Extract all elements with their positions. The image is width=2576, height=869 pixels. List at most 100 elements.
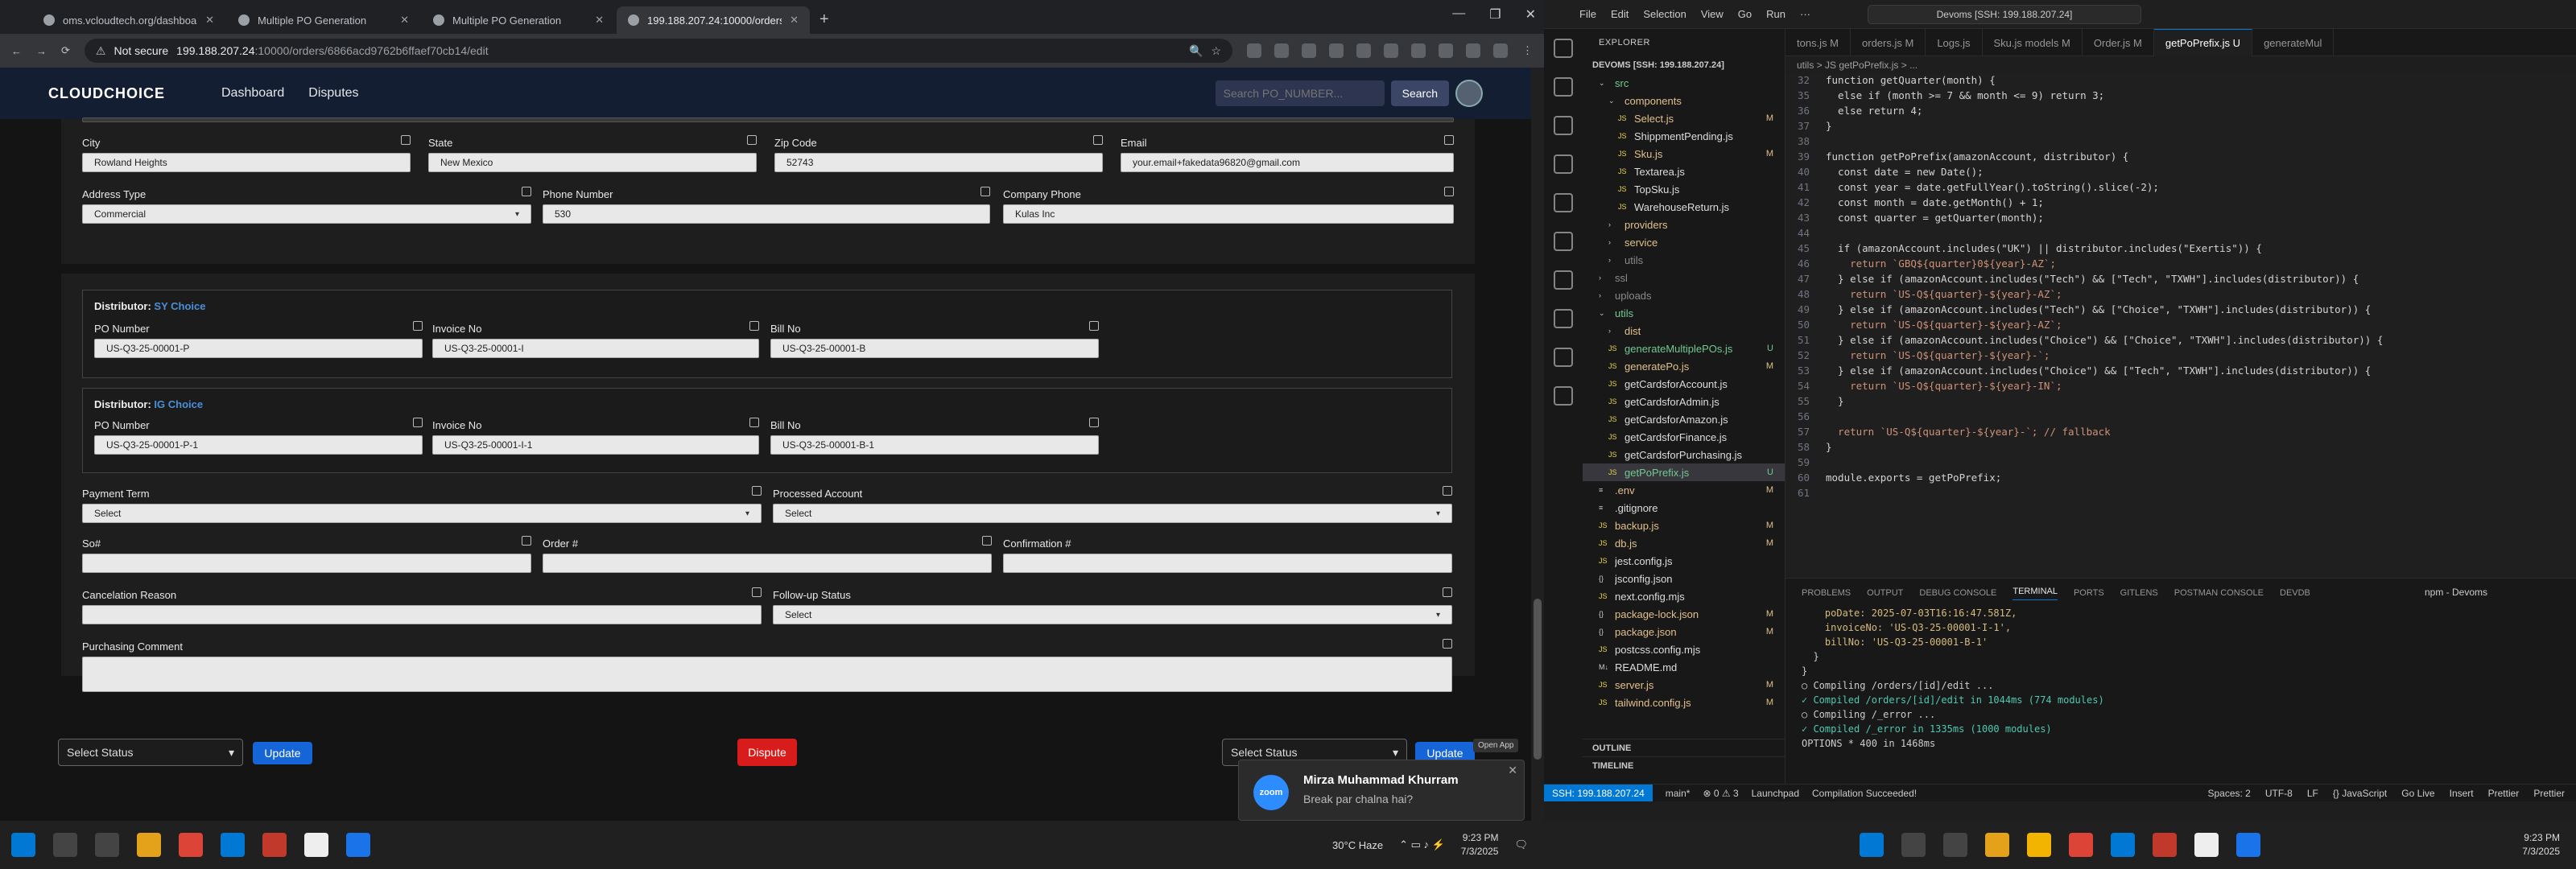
- terminal-name[interactable]: npm - Devoms: [2425, 587, 2487, 598]
- vscode-icon[interactable]: [221, 833, 245, 857]
- tree-item[interactable]: › dist: [1583, 322, 1785, 340]
- outline-section[interactable]: OUTLINE: [1583, 739, 1785, 756]
- status-select[interactable]: Select Status ▾: [58, 739, 243, 766]
- page-scrollbar[interactable]: [1531, 68, 1544, 821]
- indent-setting[interactable]: Spaces: 2: [2207, 788, 2250, 799]
- extension-icon[interactable]: [1356, 43, 1371, 58]
- start-icon[interactable]: [1860, 833, 1884, 857]
- forward-icon[interactable]: →: [36, 45, 47, 57]
- app-icon[interactable]: [304, 833, 328, 857]
- copy-icon[interactable]: [1443, 587, 1452, 597]
- extension-icon[interactable]: [1247, 43, 1261, 58]
- close-window-icon[interactable]: ✕: [1525, 6, 1536, 23]
- tree-item[interactable]: JS db.js M: [1583, 534, 1785, 552]
- copy-icon[interactable]: [1443, 639, 1452, 649]
- city-input[interactable]: Rowland Heights: [82, 153, 411, 172]
- minimize-icon[interactable]: —: [1452, 6, 1465, 23]
- terminal-output[interactable]: poDate: 2025-07-03T16:16:47.581Z, invoic…: [1785, 607, 2576, 752]
- menu-edit[interactable]: Edit: [1611, 8, 1629, 20]
- browser-tab[interactable]: oms.vcloudtech.org/dashboard ✕: [32, 6, 225, 34]
- tree-item[interactable]: JS backup.js M: [1583, 517, 1785, 534]
- url-input[interactable]: ⚠ Not secure 199.188.207.24:10000/orders…: [84, 39, 1232, 63]
- copy-icon[interactable]: [1444, 135, 1454, 145]
- panel-tab[interactable]: GITLENS: [2120, 588, 2158, 598]
- app-icon[interactable]: [2194, 833, 2219, 857]
- tree-item[interactable]: JS server.js M: [1583, 676, 1785, 694]
- extension-icon[interactable]: [1411, 43, 1426, 58]
- update-button[interactable]: Update: [253, 742, 312, 764]
- vscode-icon[interactable]: [2111, 833, 2135, 857]
- remote-explorer-icon[interactable]: [1554, 232, 1573, 251]
- tree-item[interactable]: JS next.config.mjs: [1583, 587, 1785, 605]
- tray-icons[interactable]: ⌃ ▭ ♪ ⚡: [1399, 838, 1445, 851]
- browser-tab-active[interactable]: 199.188.207.24:10000/orders/6 ✕: [617, 6, 810, 34]
- dispute-button[interactable]: Dispute: [737, 739, 797, 766]
- tree-item[interactable]: ⌄ utils: [1583, 304, 1785, 322]
- python-icon[interactable]: [1554, 386, 1573, 406]
- tree-item[interactable]: ⌄ src: [1583, 74, 1785, 92]
- tree-item[interactable]: JS TopSku.js: [1583, 180, 1785, 198]
- cancel-reason-input[interactable]: [82, 605, 762, 624]
- command-center-search[interactable]: Devoms [SSH: 199.188.207.24]: [1868, 5, 2141, 24]
- problems-count[interactable]: ⊗ 0 ⚠ 3: [1703, 788, 1738, 799]
- tree-item[interactable]: M↓ README.md: [1583, 658, 1785, 676]
- extension-icon[interactable]: [1466, 43, 1480, 58]
- po-number-input[interactable]: US-Q3-25-00001-P-1: [94, 435, 423, 455]
- invoice-no-input[interactable]: US-Q3-25-00001-I-1: [432, 435, 759, 455]
- purchasing-comment-textarea[interactable]: [82, 657, 1452, 692]
- extension-icon[interactable]: [1384, 43, 1398, 58]
- tree-item[interactable]: {} package-lock.json M: [1583, 605, 1785, 623]
- panel-tab[interactable]: DEBUG CONSOLE: [1919, 588, 1996, 598]
- app-icon[interactable]: [262, 833, 287, 857]
- tree-item[interactable]: ≡ .env M: [1583, 481, 1785, 499]
- order-no-input[interactable]: [543, 554, 992, 573]
- timeline-section[interactable]: TIMELINE: [1583, 756, 1785, 774]
- panel-tab[interactable]: PROBLEMS: [1802, 588, 1851, 598]
- po-number-input[interactable]: US-Q3-25-00001-P: [94, 339, 423, 358]
- launchpad[interactable]: Launchpad: [1752, 788, 1799, 799]
- close-icon[interactable]: ✕: [790, 14, 799, 27]
- tree-item[interactable]: {} package.json M: [1583, 623, 1785, 640]
- email-input[interactable]: your.email+fakedata96820@gmail.com: [1121, 153, 1454, 172]
- search-icon[interactable]: [1554, 77, 1573, 97]
- close-icon[interactable]: ✕: [595, 14, 604, 27]
- tree-item[interactable]: JS tailwind.config.js M: [1583, 694, 1785, 711]
- browser-tab[interactable]: Multiple PO Generation ✕: [422, 6, 615, 34]
- editor-tab[interactable]: tons.js M: [1785, 29, 1852, 56]
- tree-item[interactable]: JS generatePo.js M: [1583, 357, 1785, 375]
- phone-input[interactable]: 530: [543, 204, 990, 224]
- menu-selection[interactable]: Selection: [1643, 8, 1686, 20]
- tree-item[interactable]: JS ShippmentPending.js: [1583, 127, 1785, 145]
- tree-item[interactable]: › ssl: [1583, 269, 1785, 286]
- app-icon[interactable]: [2153, 833, 2177, 857]
- copy-icon[interactable]: [1093, 135, 1103, 145]
- editor-tab[interactable]: generateMul: [2252, 29, 2334, 56]
- encoding[interactable]: UTF-8: [2265, 788, 2293, 799]
- editor-tab[interactable]: Logs.js: [1926, 29, 1983, 56]
- database-icon[interactable]: [1554, 309, 1573, 328]
- copy-icon[interactable]: [413, 321, 423, 331]
- source-control-icon[interactable]: [1554, 116, 1573, 135]
- confirmation-input[interactable]: [1003, 554, 1452, 573]
- maximize-icon[interactable]: ❐: [1489, 6, 1501, 23]
- panel-tab[interactable]: OUTPUT: [1867, 588, 1903, 598]
- tree-item[interactable]: {} jsconfig.json: [1583, 570, 1785, 587]
- panel-tab[interactable]: POSTMAN CONSOLE: [2174, 588, 2264, 598]
- close-icon[interactable]: ✕: [205, 14, 214, 27]
- search-button[interactable]: Search: [1390, 80, 1449, 106]
- tree-item[interactable]: JS Textarea.js: [1583, 163, 1785, 180]
- workspace-root[interactable]: DEVOMS [SSH: 199.188.207.24]: [1583, 56, 1785, 74]
- run-debug-icon[interactable]: [1554, 154, 1573, 174]
- copy-icon[interactable]: [1443, 486, 1452, 496]
- tree-item[interactable]: JS getCardsforFinance.js: [1583, 428, 1785, 446]
- scrollbar-thumb[interactable]: [1534, 599, 1542, 760]
- so-input[interactable]: [82, 554, 531, 573]
- prettier[interactable]: Prettier: [2488, 788, 2520, 799]
- tree-item[interactable]: JS getPoPrefix.js U: [1583, 463, 1785, 481]
- app-icon[interactable]: [2027, 833, 2051, 857]
- copy-icon[interactable]: [401, 135, 411, 145]
- extension-icon[interactable]: [1302, 43, 1316, 58]
- editor-tab[interactable]: getPoPrefix.js U: [2153, 29, 2253, 56]
- tree-item[interactable]: JS WarehouseReturn.js: [1583, 198, 1785, 216]
- extension-icon[interactable]: [1274, 43, 1289, 58]
